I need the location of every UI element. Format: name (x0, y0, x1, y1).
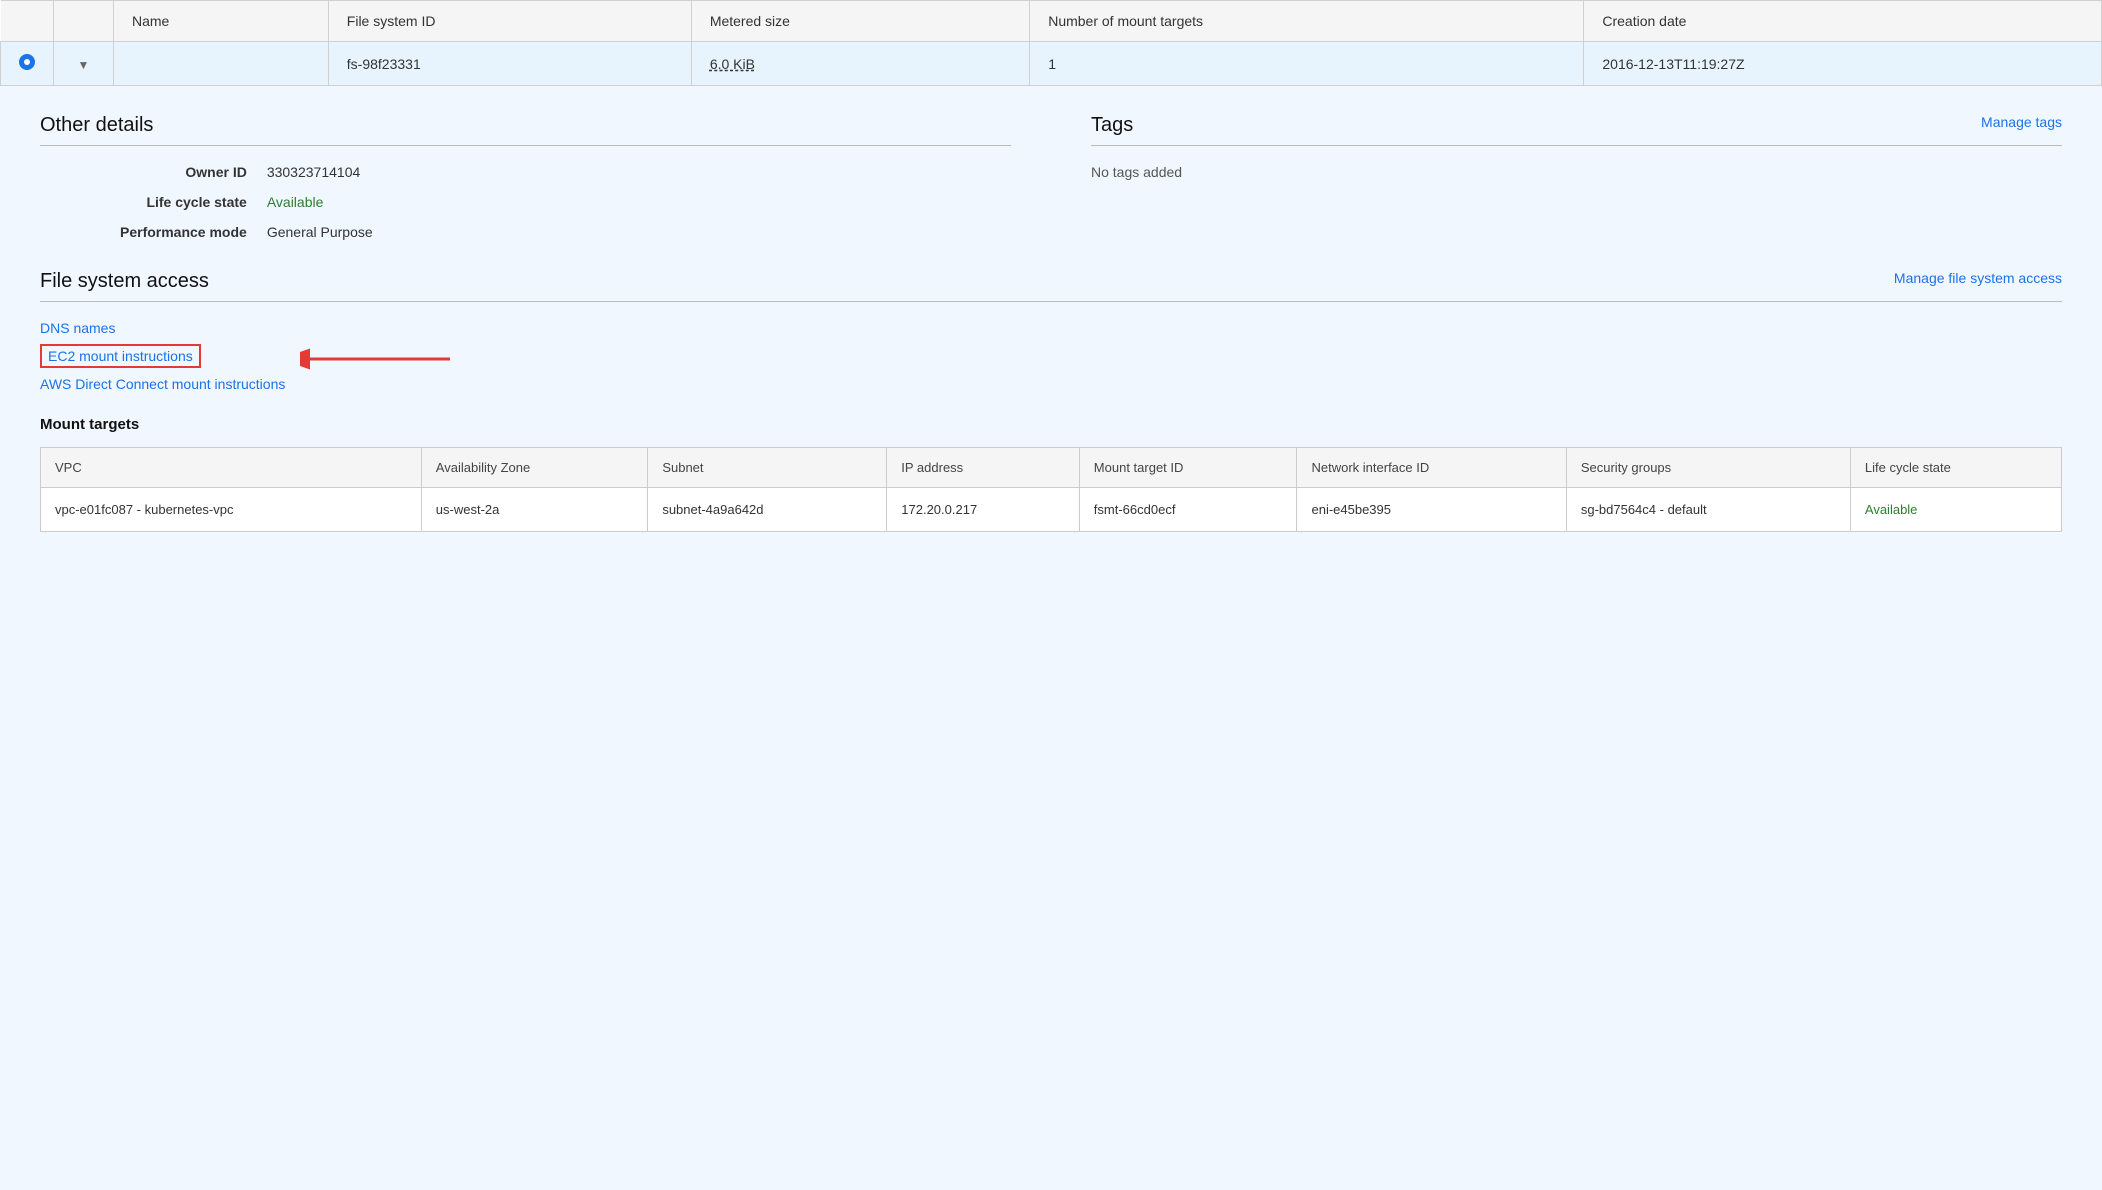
tags-header: Tags Manage tags (1091, 114, 2062, 137)
manage-file-system-access-link[interactable]: Manage file system access (1894, 270, 2062, 286)
ec2-mount-link[interactable]: EC2 mount instructions (48, 348, 193, 364)
row-name (114, 42, 329, 86)
access-section-header: File system access Manage file system ac… (40, 270, 2062, 293)
row-radio[interactable] (1, 42, 54, 86)
col-filesystemid-header: File system ID (328, 1, 691, 42)
access-divider (40, 301, 2062, 302)
col-select-header (1, 1, 54, 42)
direct-connect-link[interactable]: AWS Direct Connect mount instructions (40, 376, 2062, 392)
col-meteredsize-header: Metered size (691, 1, 1029, 42)
owner-id-value: 330323714104 (267, 164, 1011, 180)
access-title: File system access (40, 270, 209, 293)
manage-tags-link[interactable]: Manage tags (1981, 114, 2062, 130)
mount-row-eni: eni-e45be395 (1297, 488, 1566, 532)
mount-row-ip: 172.20.0.217 (887, 488, 1080, 532)
row-mounttargets: 1 (1030, 42, 1584, 86)
performance-value: General Purpose (267, 224, 1011, 240)
col-creationdate-header: Creation date (1584, 1, 2102, 42)
filesystem-row[interactable]: ▼ fs-98f23331 6.0 KiB 1 2016-12-13T11:19… (1, 42, 2102, 86)
tags-title: Tags (1091, 114, 1133, 137)
mount-targets-title: Mount targets (40, 416, 2062, 433)
other-details-title: Other details (40, 114, 153, 137)
filesystem-table: Name File system ID Metered size Number … (0, 0, 2102, 86)
tags-section: Tags Manage tags No tags added (1051, 114, 2062, 240)
detail-area: Other details Owner ID 330323714104 Life… (0, 86, 2102, 552)
detail-two-col: Other details Owner ID 330323714104 Life… (40, 114, 2062, 240)
mount-row-vpc: vpc-e01fc087 - kubernetes-vpc (41, 488, 422, 532)
mount-row-id: fsmt-66cd0ecf (1079, 488, 1297, 532)
other-details-section: Other details Owner ID 330323714104 Life… (40, 114, 1051, 240)
mount-target-row: vpc-e01fc087 - kubernetes-vpc us-west-2a… (41, 488, 2062, 532)
tags-divider (1091, 145, 2062, 146)
mount-row-sg: sg-bd7564c4 - default (1566, 488, 1850, 532)
mount-row-az: us-west-2a (421, 488, 648, 532)
radio-selected (19, 54, 35, 70)
row-creationdate: 2016-12-13T11:19:27Z (1584, 42, 2102, 86)
col-expand-header (54, 1, 114, 42)
ec2-link-container: EC2 mount instructions (40, 344, 2062, 368)
mount-col-subnet: Subnet (648, 448, 887, 488)
row-filesystemid: fs-98f23331 (328, 42, 691, 86)
other-details-divider (40, 145, 1011, 146)
file-system-access-section: File system access Manage file system ac… (40, 270, 2062, 392)
radio-inner (24, 59, 30, 65)
row-chevron[interactable]: ▼ (54, 42, 114, 86)
mount-col-sg: Security groups (1566, 448, 1850, 488)
chevron-down-icon: ▼ (78, 58, 90, 72)
access-links-container: DNS names EC2 mount instructions (40, 320, 2062, 392)
metered-size-value: 6.0 KiB (710, 56, 755, 72)
mount-col-lifecycle: Life cycle state (1850, 448, 2061, 488)
col-mounttargets-header: Number of mount targets (1030, 1, 1584, 42)
row-meteredsize: 6.0 KiB (691, 42, 1029, 86)
mount-col-eni: Network interface ID (1297, 448, 1566, 488)
mount-col-id: Mount target ID (1079, 448, 1297, 488)
no-tags-text: No tags added (1091, 164, 2062, 180)
mount-col-az: Availability Zone (421, 448, 648, 488)
mount-col-vpc: VPC (41, 448, 422, 488)
details-grid: Owner ID 330323714104 Life cycle state A… (40, 164, 1011, 240)
owner-id-label: Owner ID (120, 164, 247, 180)
mount-targets-section: Mount targets VPC Availability Zone Subn… (40, 416, 2062, 532)
ec2-link-box: EC2 mount instructions (40, 344, 201, 368)
page-wrapper: Name File system ID Metered size Number … (0, 0, 2102, 1190)
col-name-header: Name (114, 1, 329, 42)
dns-names-link[interactable]: DNS names (40, 320, 2062, 336)
lifecycle-value: Available (267, 194, 1011, 210)
mount-targets-table: VPC Availability Zone Subnet IP address … (40, 447, 2062, 532)
mount-row-lifecycle: Available (1850, 488, 2061, 532)
mount-row-subnet: subnet-4a9a642d (648, 488, 887, 532)
performance-label: Performance mode (120, 224, 247, 240)
other-details-header: Other details (40, 114, 1011, 137)
mount-col-ip: IP address (887, 448, 1080, 488)
lifecycle-label: Life cycle state (120, 194, 247, 210)
